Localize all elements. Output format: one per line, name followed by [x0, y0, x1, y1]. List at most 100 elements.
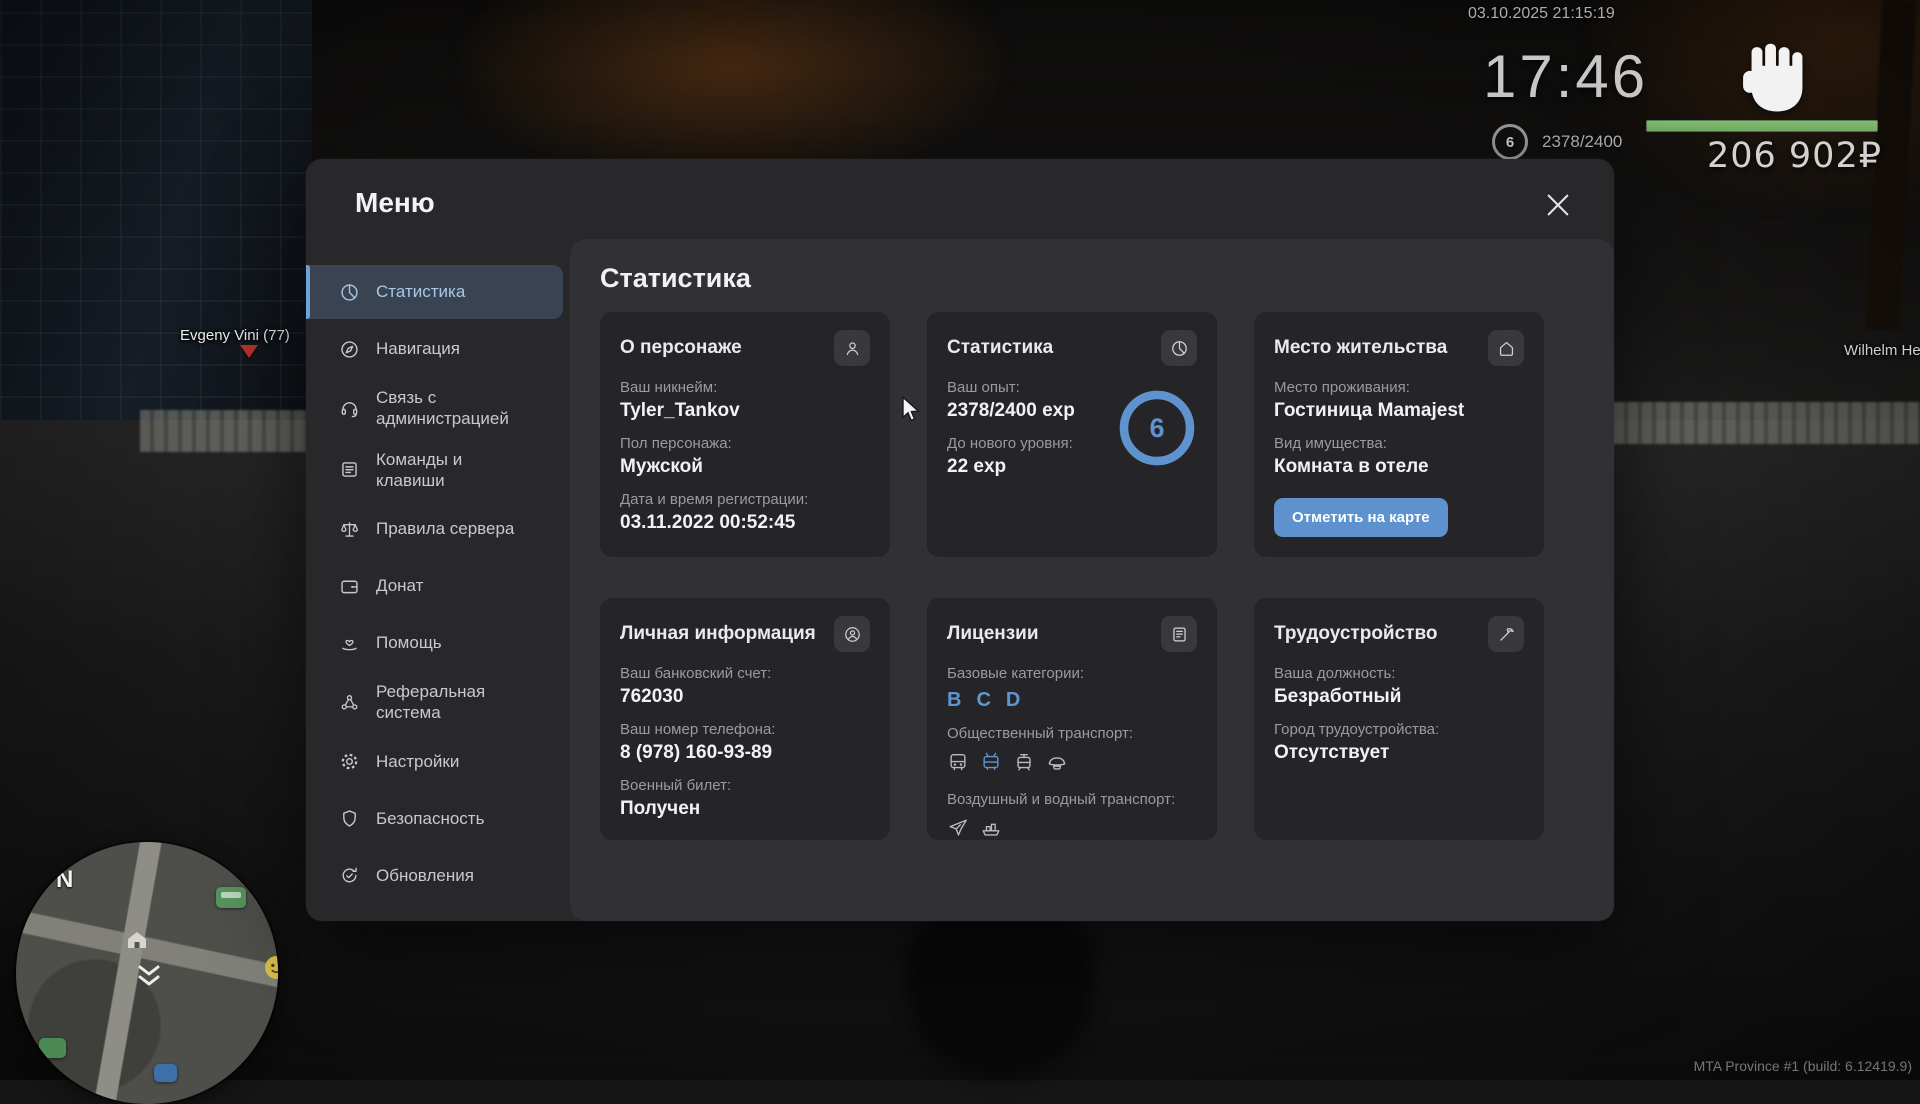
- vehicle-blip-icon: [39, 1038, 66, 1058]
- sidebar-item-label: Безопасность: [376, 808, 485, 828]
- card-stats: Статистика Ваш опыт: 2378/2400 exp До но…: [927, 312, 1217, 557]
- compass-north-icon: N: [56, 866, 74, 893]
- hud-level: 6: [1505, 133, 1515, 151]
- field-employment-city: Город трудоустройства: Отсутствует: [1274, 721, 1524, 764]
- field-nickname: Ваш никнейм: Tyler_Tankov: [620, 379, 870, 422]
- id-icon: [834, 616, 870, 652]
- card-character: О персонаже Ваш никнейм: Tyler_Tankov По…: [600, 312, 890, 557]
- waypoint-chevrons-icon: [136, 964, 162, 993]
- close-button[interactable]: [1544, 191, 1572, 219]
- base-categories: Базовые категории: B C D: [947, 665, 1197, 712]
- license-icon: [1161, 616, 1197, 652]
- bus-icon: [947, 751, 969, 778]
- menu-content: Статистика О персонаже Ваш никнейм: Tyle…: [570, 239, 1614, 921]
- field-to-next-level: До нового уровня: 22 exp: [947, 435, 1107, 478]
- stats-cards-grid: О персонаже Ваш никнейм: Tyler_Tankov По…: [600, 312, 1544, 840]
- sidebar-item-commands[interactable]: Команды и клавиши: [306, 441, 563, 500]
- field-value: 22 exp: [947, 456, 1007, 477]
- card-title: Место жительства: [1274, 337, 1448, 358]
- sidebar-item-statistics[interactable]: Статистика: [306, 265, 563, 319]
- sidebar-item-label: Донат: [376, 576, 424, 596]
- mark-on-map-button[interactable]: Отметить на карте: [1274, 498, 1448, 537]
- sidebar-item-security[interactable]: Безопасность: [306, 792, 563, 846]
- field-value: Безработный: [1274, 686, 1402, 707]
- field-label: Базовые категории:: [947, 665, 1085, 682]
- player-nametag: Wilhelm Henri: [1844, 342, 1920, 359]
- public-transport: Общественный транспорт:: [947, 725, 1197, 778]
- field-label: Ваш банковский счет:: [620, 665, 772, 682]
- sidebar-item-label: Помощь: [376, 633, 442, 653]
- field-value: 03.11.2022 00:52:45: [620, 512, 796, 533]
- card-residence: Место жительства Место проживания: Гости…: [1254, 312, 1544, 557]
- compass-icon: [341, 340, 358, 358]
- field-label: Ваша должность:: [1274, 665, 1396, 682]
- care-icon: [342, 639, 357, 650]
- health-bar: [1646, 120, 1878, 132]
- field-label: Военный билет:: [620, 777, 732, 794]
- sidebar-item-admin-contact[interactable]: Связь с администрацией: [306, 379, 563, 438]
- headset-icon: [341, 401, 358, 417]
- sidebar-item-label: Статистика: [376, 282, 466, 302]
- trolleybus-icon: [980, 751, 1002, 778]
- sidebar-item-help[interactable]: Помощь: [306, 616, 563, 670]
- sidebar-item-navigation[interactable]: Навигация: [306, 322, 563, 376]
- referral-icon: [341, 694, 358, 710]
- sidebar-item-label: Реферальная система: [376, 682, 486, 723]
- server-watermark: MTA Province #1 (build: 6.12419.9): [1693, 1058, 1912, 1074]
- player-character: [895, 920, 1105, 1090]
- menu-sidebar: Статистика Навигация Связь с администрац…: [306, 265, 570, 913]
- field-value: 2378/2400 exp: [947, 400, 1075, 421]
- field-label: Город трудоустройства:: [1274, 721, 1440, 738]
- tool-icon: [1488, 616, 1524, 652]
- level-gauge: 6: [1492, 124, 1528, 160]
- field-label: До нового уровня:: [947, 435, 1073, 452]
- field-registration: Дата и время регистрации: 03.11.2022 00:…: [620, 491, 870, 534]
- sidebar-item-referral[interactable]: Реферальная система: [306, 673, 563, 732]
- field-value: Отсутствует: [1274, 742, 1390, 763]
- field-position: Ваша должность: Безработный: [1274, 665, 1524, 708]
- sidebar-item-label: Связь с администрацией: [376, 388, 509, 429]
- field-label: Ваш номер телефона:: [620, 721, 776, 738]
- field-value: Tyler_Tankov: [620, 400, 740, 421]
- hud-exp: 2378/2400: [1542, 132, 1623, 151]
- air-water-transport: Воздушный и водный транспорт:: [947, 791, 1197, 844]
- hud-clock: 17:46: [1483, 43, 1649, 110]
- field-military-id: Военный билет: Получен: [620, 777, 870, 820]
- smiley-blip-icon: [264, 955, 278, 985]
- field-value: 762030: [620, 686, 684, 707]
- card-employment: Трудоустройство Ваша должность: Безработ…: [1254, 598, 1544, 840]
- sidebar-item-updates[interactable]: Обновления: [306, 849, 563, 903]
- card-title: Статистика: [947, 337, 1054, 358]
- menu-title: Меню: [355, 187, 435, 218]
- wallet-icon: [341, 580, 358, 593]
- driver-cap-icon: [1046, 751, 1068, 778]
- minimap: N: [16, 842, 278, 1104]
- tree-foliage: [460, 0, 1000, 180]
- field-gender: Пол персонажа: Мужской: [620, 435, 870, 478]
- field-value: Комната в отеле: [1274, 456, 1429, 477]
- plane-icon: [947, 817, 969, 844]
- player-nametag: Evgeny Vini (77): [180, 327, 290, 344]
- page-title: Статистика: [600, 263, 751, 293]
- field-bank-account: Ваш банковский счет: 762030: [620, 665, 870, 708]
- person-icon: [834, 330, 870, 366]
- scales-icon: [341, 521, 359, 537]
- sidebar-item-settings[interactable]: Настройки: [306, 735, 563, 789]
- field-property-type: Вид имущества: Комната в отеле: [1274, 435, 1524, 478]
- sidebar-item-donate[interactable]: Донат: [306, 559, 563, 613]
- field-label: Общественный транспорт:: [947, 725, 1134, 742]
- card-title: О персонаже: [620, 337, 742, 358]
- close-icon: [1547, 194, 1569, 216]
- fence: [1600, 402, 1920, 444]
- field-exp: Ваш опыт: 2378/2400 exp: [947, 379, 1107, 422]
- tram-icon: [1013, 751, 1035, 778]
- ship-icon: [980, 817, 1002, 844]
- shield-icon: [343, 810, 356, 827]
- card-personal: Личная информация Ваш банковский счет: 7…: [600, 598, 890, 840]
- sidebar-item-label: Настройки: [376, 751, 460, 771]
- field-label: Дата и время регистрации:: [620, 491, 809, 508]
- field-phone: Ваш номер телефона: 8 (978) 160-93-89: [620, 721, 870, 764]
- sidebar-item-rules[interactable]: Правила сервера: [306, 502, 563, 556]
- field-label: Воздушный и водный транспорт:: [947, 791, 1176, 808]
- sidebar-item-label: Правила сервера: [376, 519, 515, 539]
